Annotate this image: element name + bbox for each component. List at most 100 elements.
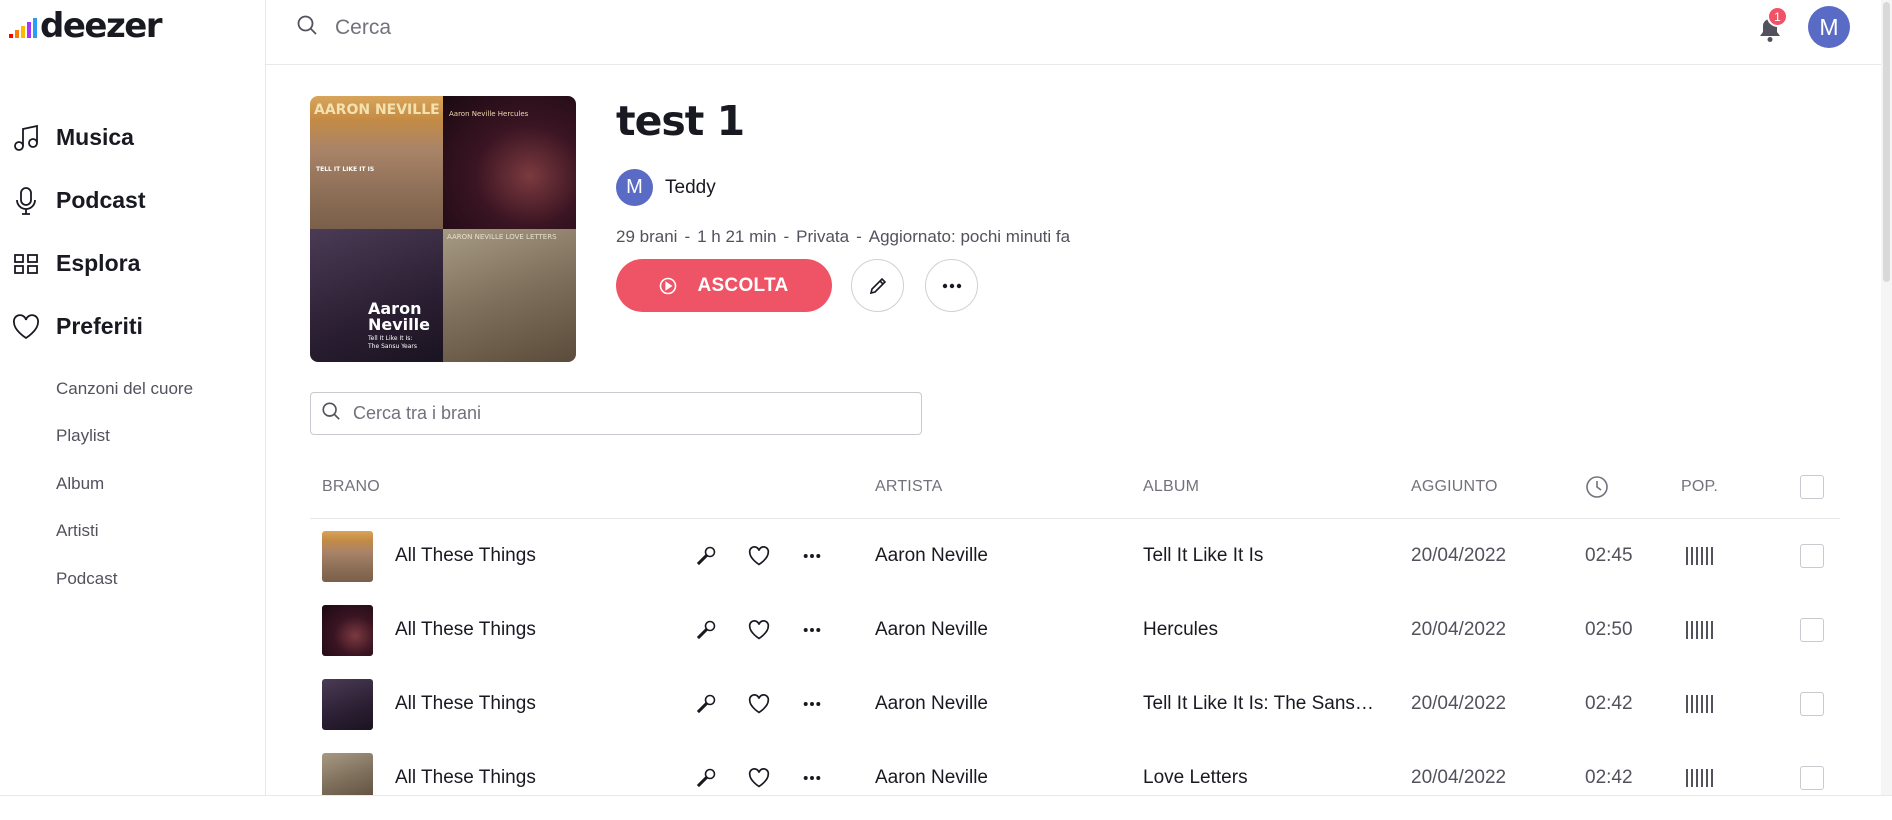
sidebar: deezer Musica Podcast Esplora Preferiti [0, 0, 266, 795]
track-album[interactable]: Tell It Like It Is: The Sans… [1143, 667, 1374, 741]
favorite-button[interactable] [744, 763, 774, 793]
track-search-input[interactable] [353, 403, 893, 424]
player-bar [0, 795, 1892, 820]
header-album[interactable]: ALBUM [1143, 462, 1199, 512]
favorite-button[interactable] [744, 615, 774, 645]
microphone-icon [11, 186, 41, 216]
edit-playlist-button[interactable] [851, 259, 904, 312]
subnav-item-canzoni-del-cuore[interactable]: Canzoni del cuore [56, 365, 193, 413]
track-search [310, 392, 922, 435]
header-artist[interactable]: ARTISTA [875, 462, 943, 512]
popularity-bars [1686, 519, 1713, 593]
track-artist[interactable]: Aaron Neville [875, 593, 988, 667]
nav-item-musica[interactable]: Musica [0, 106, 266, 169]
microphone-lyrics-icon [696, 620, 716, 640]
track-thumbnail[interactable] [322, 678, 373, 730]
track-more-button[interactable] [797, 763, 827, 793]
header-popularity[interactable]: POP. [1681, 462, 1718, 512]
track-duration: 02:45 [1585, 545, 1633, 566]
lyrics-button[interactable] [691, 689, 721, 719]
header-added[interactable]: AGGIUNTO [1411, 462, 1498, 512]
meta-separator: - [783, 227, 790, 246]
table-row[interactable]: All These Things Aaron Neville Hercules … [310, 593, 1840, 667]
track-select-checkbox[interactable] [1800, 766, 1824, 790]
favorites-subnav: Canzoni del cuore Playlist Album Artisti… [56, 365, 193, 603]
lyrics-button[interactable] [691, 763, 721, 793]
track-more-button[interactable] [797, 615, 827, 645]
track-select-checkbox[interactable] [1800, 618, 1824, 642]
track-duration: 02:42 [1585, 693, 1633, 714]
owner-name[interactable]: Teddy [665, 177, 716, 199]
cover-quadrant-hercules: Aaron Neville Hercules [443, 96, 576, 229]
favorite-button[interactable] [744, 689, 774, 719]
more-horizontal-icon [803, 702, 821, 706]
cover-quadrant-love-letters: AARON NEVILLE LOVE LETTERS [443, 229, 576, 362]
track-album[interactable]: Hercules [1143, 593, 1218, 667]
track-added-date: 20/04/2022 [1411, 619, 1507, 640]
logo-text: deezer [40, 6, 163, 46]
lyrics-button[interactable] [691, 541, 721, 571]
cover-quadrant-tell-it-like-it-is: AARON NEVILLE TELL IT LIKE IT IS [310, 96, 443, 229]
track-title[interactable]: All These Things [395, 519, 536, 593]
track-select-checkbox[interactable] [1800, 692, 1824, 716]
header-duration[interactable] [1585, 462, 1609, 512]
user-avatar[interactable]: M [1808, 6, 1850, 48]
main-nav: Musica Podcast Esplora Preferiti [0, 106, 266, 358]
favorite-button[interactable] [744, 541, 774, 571]
playlist-meta: 29 brani - 1 h 21 min - Privata - Aggior… [616, 227, 1070, 247]
microphone-lyrics-icon [696, 546, 716, 566]
header-track[interactable]: BRANO [322, 462, 380, 512]
heart-icon [748, 620, 770, 640]
more-horizontal-icon [803, 776, 821, 780]
nav-label: Preferiti [56, 313, 143, 339]
select-all-checkbox[interactable] [1800, 475, 1824, 499]
track-thumbnail[interactable] [322, 530, 373, 582]
track-more-button[interactable] [797, 541, 827, 571]
subnav-item-podcast[interactable]: Podcast [56, 555, 193, 603]
search-input[interactable] [335, 15, 935, 40]
subnav-item-album[interactable]: Album [56, 460, 193, 508]
popularity-bars [1686, 593, 1713, 667]
track-artist[interactable]: Aaron Neville [875, 667, 988, 741]
track-thumbnail[interactable] [322, 604, 373, 656]
play-button[interactable]: ASCOLTA [616, 259, 832, 312]
more-options-button[interactable] [925, 259, 978, 312]
global-search [296, 14, 935, 41]
track-album[interactable]: Tell It Like It Is [1143, 519, 1263, 593]
logo-equalizer-icon [9, 18, 37, 38]
heart-icon [748, 768, 770, 788]
nav-label: Podcast [56, 187, 146, 213]
lyrics-button[interactable] [691, 615, 721, 645]
track-list: All These Things Aaron Neville Tell It L… [310, 519, 1840, 815]
nav-label: Musica [56, 124, 134, 150]
track-more-button[interactable] [797, 689, 827, 719]
select-all[interactable] [1800, 462, 1824, 512]
table-row[interactable]: All These Things Aaron Neville Tell It L… [310, 519, 1840, 593]
track-title[interactable]: All These Things [395, 593, 536, 667]
playlist-owner: M Teddy [616, 169, 716, 206]
clock-icon [1586, 476, 1608, 498]
microphone-lyrics-icon [696, 694, 716, 714]
nav-label: Esplora [56, 250, 141, 276]
heart-icon [748, 694, 770, 714]
nav-item-podcast[interactable]: Podcast [0, 169, 266, 232]
subnav-item-artisti[interactable]: Artisti [56, 508, 193, 556]
page-scrollbar[interactable] [1881, 0, 1892, 795]
more-horizontal-icon [803, 628, 821, 632]
grid-icon [11, 249, 41, 279]
track-title[interactable]: All These Things [395, 667, 536, 741]
track-table-header: BRANO ARTISTA ALBUM AGGIUNTO POP. [310, 462, 1840, 519]
meta-separator: - [684, 227, 691, 246]
last-updated: Aggiornato: pochi minuti fa [868, 227, 1071, 246]
more-horizontal-icon [942, 283, 961, 288]
scrollbar-thumb[interactable] [1883, 2, 1890, 282]
table-row[interactable]: All These Things Aaron Neville Tell It L… [310, 667, 1840, 741]
music-note-icon [11, 123, 41, 153]
track-artist[interactable]: Aaron Neville [875, 519, 988, 593]
subnav-item-playlist[interactable]: Playlist [56, 413, 193, 461]
deezer-logo[interactable]: deezer [9, 6, 163, 46]
owner-avatar[interactable]: M [616, 169, 653, 206]
track-select-checkbox[interactable] [1800, 544, 1824, 568]
nav-item-preferiti[interactable]: Preferiti [0, 295, 266, 358]
nav-item-esplora[interactable]: Esplora [0, 232, 266, 295]
